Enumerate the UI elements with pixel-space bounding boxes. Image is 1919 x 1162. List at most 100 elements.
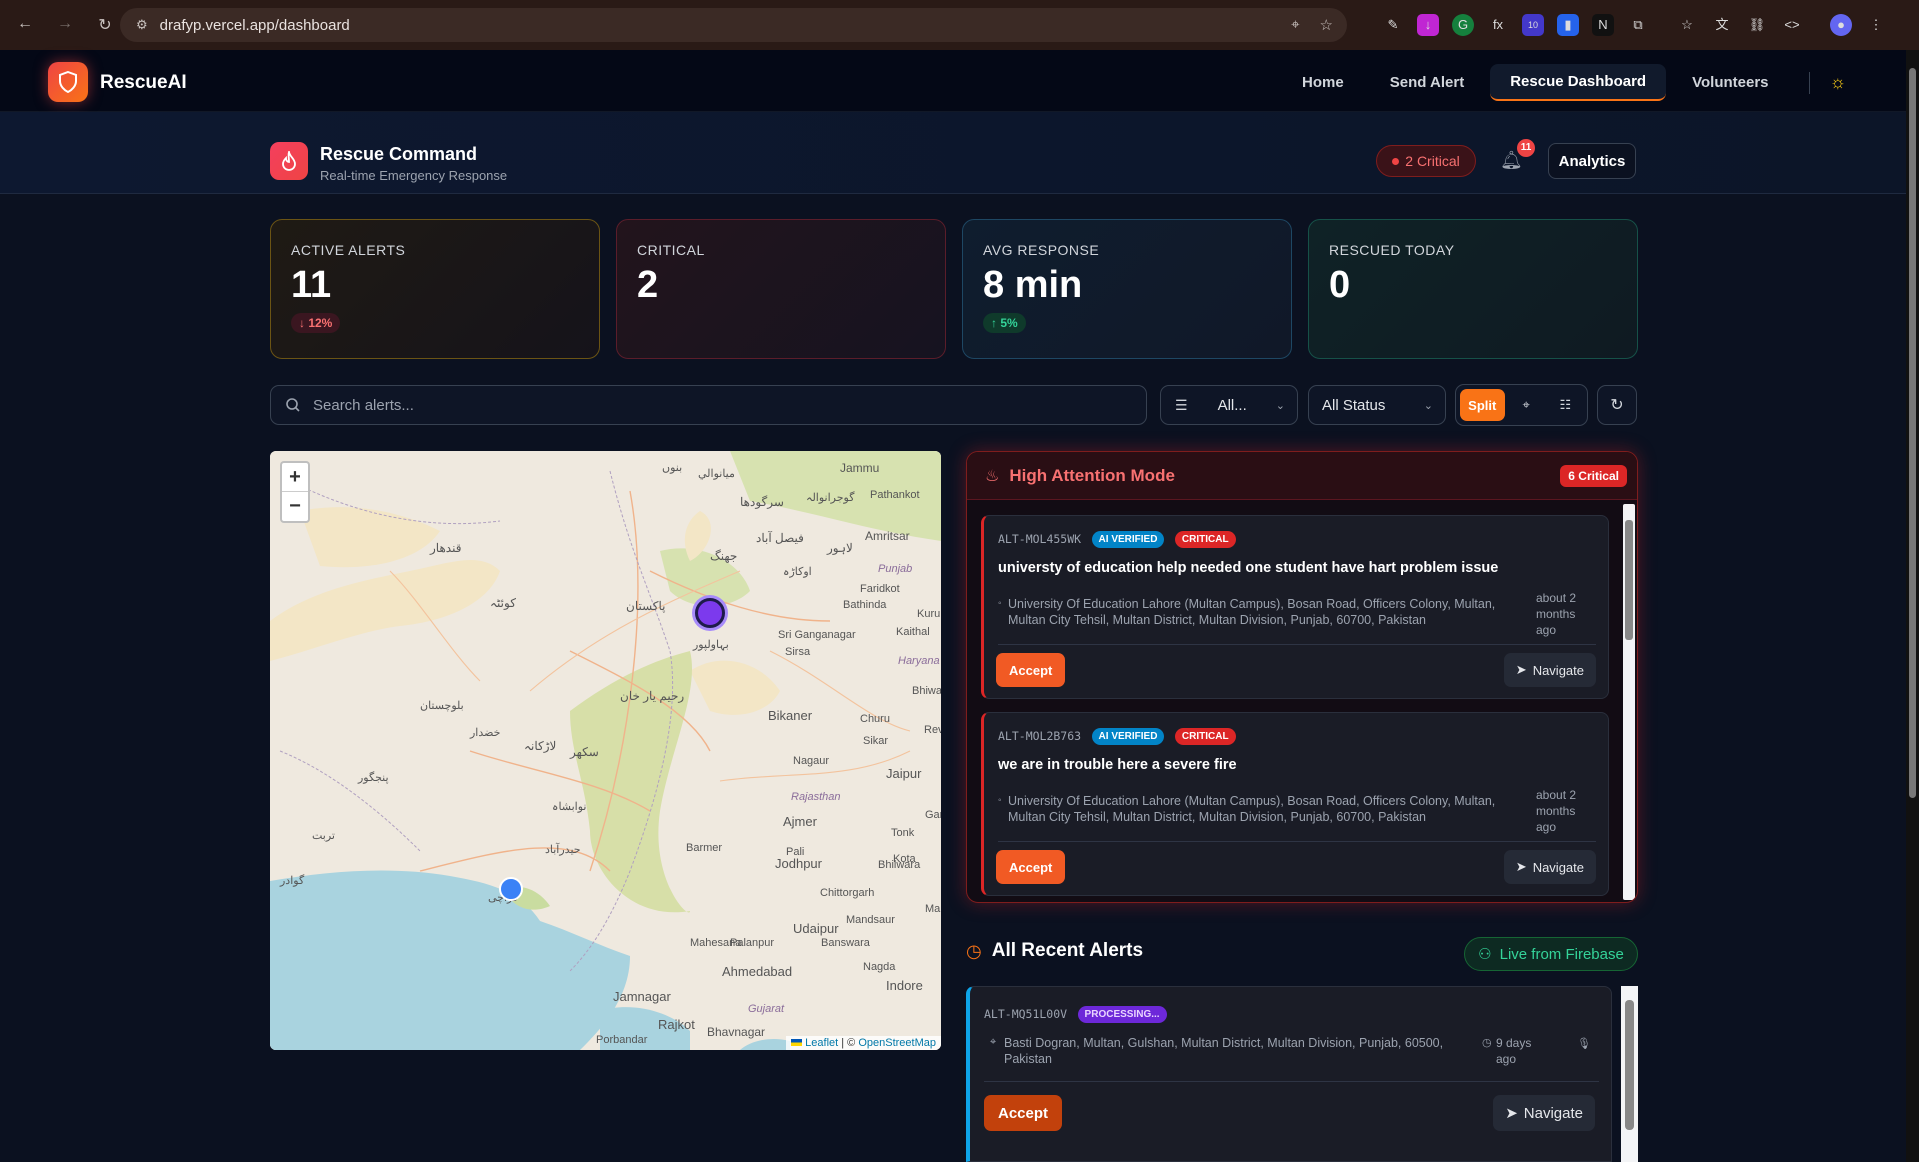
alert-time: about 2 months ago [1536,591,1577,637]
panel-title: High Attention Mode [1009,465,1175,485]
live-label: Live from Firebase [1499,945,1624,963]
map-label: Gujarat [748,1003,785,1015]
stat-label: RESCUED TODAY [1329,242,1455,258]
grammar-extension-icon[interactable]: G [1452,14,1474,36]
alert-location: University Of Education Lahore (Multan C… [998,793,1518,825]
navigate-button[interactable]: ➤ Navigate [1503,850,1596,884]
notification-badge: 11 [1517,139,1535,157]
attribution-separator: | © [838,1037,859,1049]
accept-button[interactable]: Accept [984,1095,1063,1131]
nav-volunteers[interactable]: Volunteers [1672,65,1788,100]
shield-logo-icon[interactable] [48,62,88,102]
command-bar: Rescue Command Real-time Emergency Respo… [0,112,1906,194]
trend-up-badge: ↑ 5% [983,313,1026,333]
type-filter-value: All... [1217,396,1247,414]
stat-value: 0 [1329,264,1351,306]
map-label: Pali [786,846,805,858]
alert-message: universty of education help needed one s… [998,560,1499,576]
navigate-label: Navigate [1523,1104,1583,1122]
refresh-icon[interactable]: ↻ [1597,385,1637,425]
nav-home[interactable]: Home [1282,65,1364,100]
status-dot [1392,157,1400,165]
navigate-button[interactable]: ➤ Navigate [1503,653,1596,687]
docs-extension-icon[interactable]: ▮ [1557,14,1579,36]
navigate-button[interactable]: ➤ Navigate [1493,1095,1595,1131]
panel-scrollbar[interactable] [1623,504,1635,900]
code-icon[interactable]: <> [1781,14,1803,36]
location-icon[interactable]: ⌖ [1291,16,1299,34]
accept-button[interactable]: Accept [996,653,1066,687]
search-input[interactable] [313,396,1113,414]
app-header: RescueAI Home Send Alert Rescue Dashboar… [0,50,1906,112]
analytics-button[interactable]: Analytics [1548,143,1636,179]
leaflet-link[interactable]: Leaflet [805,1037,838,1049]
sliders-icon: ☰ [1175,396,1188,413]
translate-icon[interactable]: 文 [1711,14,1733,36]
divider [998,644,1596,645]
notion-extension-icon[interactable]: N [1592,14,1614,36]
list-view-icon[interactable]: ☷ [1548,389,1583,421]
map-label: Bikaner [768,708,813,723]
map-pin-view-icon[interactable]: ⌖ [1509,389,1544,421]
type-filter-select[interactable]: ☰ All... ⌄ [1160,385,1298,425]
alert-card[interactable]: ALT-MOL2B763 AI VERIFIED CRITICAL we are… [981,712,1609,896]
view-mode-toggle: Split ⌖ ☷ [1455,384,1588,426]
nav-send-alert[interactable]: Send Alert [1370,65,1484,100]
map-label: Jodhpur [775,856,822,871]
nav-rescue-dashboard[interactable]: Rescue Dashboard [1490,64,1667,101]
download-extension-icon[interactable]: ↓ [1417,14,1439,36]
map-label: رحیم یار خان [620,689,685,703]
menu-kebab-icon[interactable]: ⋮ [1865,14,1887,36]
high-attention-panel: ♨ High Attention Mode 6 Critical ALT-MOL… [966,451,1638,903]
profile-avatar-icon[interactable]: ● [1830,14,1852,36]
brand-name[interactable]: RescueAI [100,72,187,94]
stat-label: ACTIVE ALERTS [291,242,406,258]
zoom-in-button[interactable]: + [282,463,308,492]
counter-extension-icon[interactable]: 10 [1522,14,1544,36]
site-info-icon[interactable]: ⚙ [136,17,148,33]
map-label: بہاولپور [693,639,729,651]
divider [998,841,1596,842]
link-icon[interactable]: ⛓ [1746,14,1768,36]
eyedropper-icon[interactable]: ✎ [1382,14,1404,36]
page-scrollbar[interactable] [1906,50,1919,1162]
address-bar[interactable]: ⚙ drafyp.vercel.app/dashboard ⌖ ☆ [120,8,1347,42]
map-attribution: Leaflet | © OpenStreetMap [786,1036,941,1050]
map-label: Amritsar [865,529,910,543]
map-label: Barmer [686,842,723,854]
forward-icon[interactable]: → [54,15,76,35]
critical-count-pill[interactable]: 2 Critical [1376,145,1476,177]
view-split-button[interactable]: Split [1460,389,1505,421]
alert-card[interactable]: ALT-MOL455WK AI VERIFIED CRITICAL univer… [981,515,1609,699]
back-icon[interactable]: ← [14,15,36,35]
theme-toggle-sun-icon[interactable]: ☼ [1830,72,1847,93]
trend-down-badge: ↓ 12% [291,313,341,333]
critical-pill-label: 2 Critical [1405,153,1460,169]
zoom-out-button[interactable]: − [282,492,308,521]
map-label: Haryana [898,655,940,667]
extensions-puzzle-icon[interactable]: ⧉ [1627,14,1649,36]
map-label: Jammu [840,461,880,475]
recent-alert-card[interactable]: ALT-MQ51L00V PROCESSING... ⌖ Basti Dogra… [966,986,1612,1162]
recent-scrollbar[interactable] [1621,986,1638,1162]
location-marker[interactable] [499,877,523,901]
map-label: سکھر [570,745,599,759]
bookmarks-icon[interactable]: ☆ [1676,14,1698,36]
panel-header: ♨ High Attention Mode 6 Critical [967,452,1637,500]
bookmark-star-icon[interactable]: ☆ [1320,16,1333,34]
live-firebase-badge[interactable]: ⚇ Live from Firebase [1464,937,1638,971]
map-label: Churu [860,713,890,725]
microphone-icon[interactable]: 🎙︎ [1577,1037,1591,1050]
reload-icon[interactable]: ↻ [94,15,116,35]
status-filter-select[interactable]: All Status ⌄ [1308,385,1446,425]
osm-link[interactable]: OpenStreetMap [858,1037,936,1049]
accept-button[interactable]: Accept [996,850,1066,884]
map-label: Mahesana [690,937,742,949]
map-label: Ajmer [783,814,817,829]
nav-divider [1808,71,1810,94]
url-text: drafyp.vercel.app/dashboard [159,16,350,34]
formula-extension-icon[interactable]: fx [1487,14,1509,36]
stat-card-active-alerts: ACTIVE ALERTS 11 ↓ 12% [270,219,600,359]
alerts-map[interactable]: + − Jammu Pathankot Amritsar Bathinda Sr… [270,451,941,1050]
critical-alert-marker[interactable] [695,598,725,628]
